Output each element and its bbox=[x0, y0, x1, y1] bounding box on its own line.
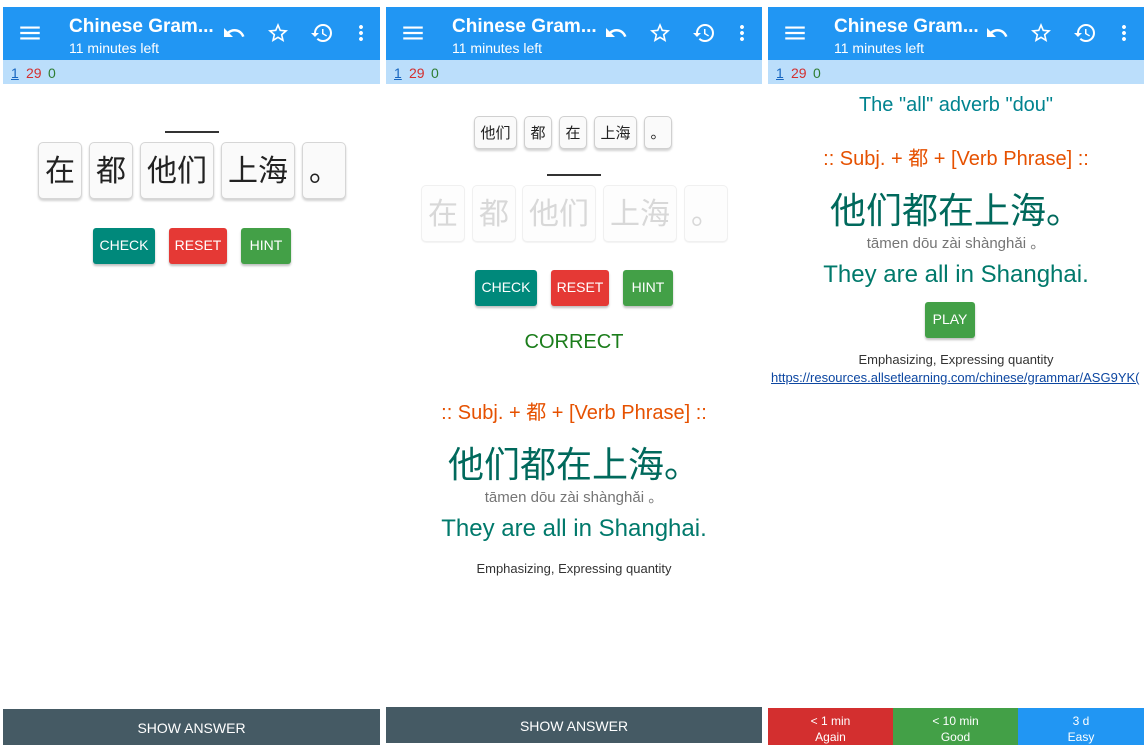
play-button[interactable]: PLAY bbox=[925, 302, 975, 338]
check-button[interactable]: CHECK bbox=[93, 228, 155, 264]
sentence-pinyin: tāmen dōu zài shànghǎi 。 bbox=[866, 235, 1046, 252]
app-bar: Chinese Gram... 11 minutes left bbox=[768, 7, 1144, 60]
undo-icon[interactable] bbox=[604, 21, 628, 45]
good-interval: < 10 min bbox=[932, 714, 979, 728]
review-count: 0 bbox=[431, 65, 439, 81]
sentence-english: They are all in Shanghai. bbox=[441, 515, 707, 542]
review-count: 0 bbox=[813, 65, 821, 81]
result-text: CORRECT bbox=[524, 331, 624, 353]
card-heading: The "all" adverb "dou" bbox=[858, 94, 1054, 116]
screen-3: Chinese Gram... 11 minutes left 1 29 0 T… bbox=[768, 0, 1144, 745]
app-title: Chinese Gram... bbox=[452, 16, 597, 37]
new-count[interactable]: 1 bbox=[394, 65, 402, 81]
sentence-pinyin: tāmen dōu zài shànghǎi 。 bbox=[484, 489, 664, 506]
star-icon[interactable] bbox=[1029, 21, 1053, 45]
word-tile: 都 bbox=[472, 185, 516, 242]
history-icon[interactable] bbox=[310, 21, 334, 45]
menu-icon[interactable] bbox=[17, 20, 43, 46]
word-tile: 上海 bbox=[603, 185, 677, 242]
check-button[interactable]: CHECK bbox=[475, 270, 537, 306]
time-left: 11 minutes left bbox=[69, 40, 160, 56]
grammar-pattern: :: Subj. + 都 + [Verb Phrase] :: bbox=[441, 402, 707, 424]
word-tile: 在 bbox=[421, 185, 465, 242]
answer-tile[interactable]: 都 bbox=[524, 116, 552, 149]
new-count[interactable]: 1 bbox=[776, 65, 784, 81]
answer-tile[interactable]: 上海 bbox=[594, 116, 637, 149]
topic-tags: Emphasizing, Expressing quantity bbox=[858, 352, 1054, 367]
word-tiles: 在 都 他们 上海 。 bbox=[386, 185, 762, 245]
word-tile: 。 bbox=[684, 185, 728, 242]
app-title: Chinese Gram... bbox=[69, 16, 214, 37]
word-tile[interactable]: 都 bbox=[89, 142, 133, 199]
easy-button[interactable]: 3 d Easy bbox=[1018, 708, 1144, 745]
card-counts: 1 29 0 bbox=[768, 60, 1144, 84]
more-vert-icon[interactable] bbox=[730, 21, 754, 45]
time-left: 11 minutes left bbox=[452, 40, 543, 56]
answer-blank bbox=[547, 174, 601, 176]
learning-count: 29 bbox=[791, 65, 807, 81]
word-tile[interactable]: 。 bbox=[302, 142, 346, 199]
good-label: Good bbox=[940, 730, 971, 744]
learning-count: 29 bbox=[409, 65, 425, 81]
undo-icon[interactable] bbox=[222, 21, 246, 45]
answer-blank bbox=[165, 131, 219, 133]
again-button[interactable]: < 1 min Again bbox=[768, 708, 893, 745]
word-tile[interactable]: 他们 bbox=[140, 142, 214, 199]
word-tile[interactable]: 在 bbox=[38, 142, 82, 199]
word-tile[interactable]: 上海 bbox=[221, 142, 295, 199]
screen-2: Chinese Gram... 11 minutes left 1 29 0 他… bbox=[386, 0, 762, 745]
star-icon[interactable] bbox=[266, 21, 290, 45]
easy-label: Easy bbox=[1067, 730, 1095, 744]
app-bar: Chinese Gram... 11 minutes left bbox=[3, 7, 380, 60]
history-icon[interactable] bbox=[692, 21, 716, 45]
answer-tile[interactable]: 他们 bbox=[474, 116, 517, 149]
screen-1: Chinese Gram... 11 minutes left 1 29 0 在… bbox=[3, 0, 380, 745]
review-count: 0 bbox=[48, 65, 56, 81]
reset-button[interactable]: RESET bbox=[169, 228, 227, 264]
more-vert-icon[interactable] bbox=[349, 21, 373, 45]
hint-button[interactable]: HINT bbox=[241, 228, 291, 264]
app-bar: Chinese Gram... 11 minutes left bbox=[386, 7, 762, 60]
time-left: 11 minutes left bbox=[834, 40, 925, 56]
card-counts: 1 29 0 bbox=[3, 60, 380, 84]
again-interval: < 1 min bbox=[810, 714, 851, 728]
show-answer-button[interactable]: SHOW ANSWER bbox=[386, 707, 762, 743]
word-tiles: 在 都 他们 上海 。 bbox=[3, 142, 380, 202]
answer-tile[interactable]: 在 bbox=[559, 116, 587, 149]
show-answer-button[interactable]: SHOW ANSWER bbox=[3, 709, 380, 745]
star-icon[interactable] bbox=[648, 21, 672, 45]
learning-count: 29 bbox=[26, 65, 42, 81]
menu-icon[interactable] bbox=[782, 20, 808, 46]
answer-tiles: 他们 都 在 上海 。 bbox=[386, 116, 762, 152]
grammar-link[interactable]: https://resources.allsetlearning.com/chi… bbox=[771, 370, 1140, 385]
topic-tags: Emphasizing, Expressing quantity bbox=[476, 561, 672, 576]
sentence-hanzi: 他们都在上海。 bbox=[447, 444, 700, 485]
reset-button[interactable]: RESET bbox=[551, 270, 609, 306]
grammar-pattern: :: Subj. + 都 + [Verb Phrase] :: bbox=[823, 148, 1089, 170]
history-icon[interactable] bbox=[1073, 21, 1097, 45]
app-title: Chinese Gram... bbox=[834, 16, 979, 37]
easy-interval: 3 d bbox=[1072, 714, 1090, 728]
more-vert-icon[interactable] bbox=[1112, 21, 1136, 45]
new-count[interactable]: 1 bbox=[11, 65, 19, 81]
sentence-hanzi: 他们都在上海。 bbox=[829, 190, 1082, 231]
word-tile: 他们 bbox=[522, 185, 596, 242]
menu-icon[interactable] bbox=[400, 20, 426, 46]
sentence-english: They are all in Shanghai. bbox=[823, 261, 1089, 288]
good-button[interactable]: < 10 min Good bbox=[893, 708, 1018, 745]
undo-icon[interactable] bbox=[985, 21, 1009, 45]
again-label: Again bbox=[815, 730, 846, 744]
answer-tile[interactable]: 。 bbox=[644, 116, 672, 149]
card-counts: 1 29 0 bbox=[386, 60, 762, 84]
hint-button[interactable]: HINT bbox=[623, 270, 673, 306]
